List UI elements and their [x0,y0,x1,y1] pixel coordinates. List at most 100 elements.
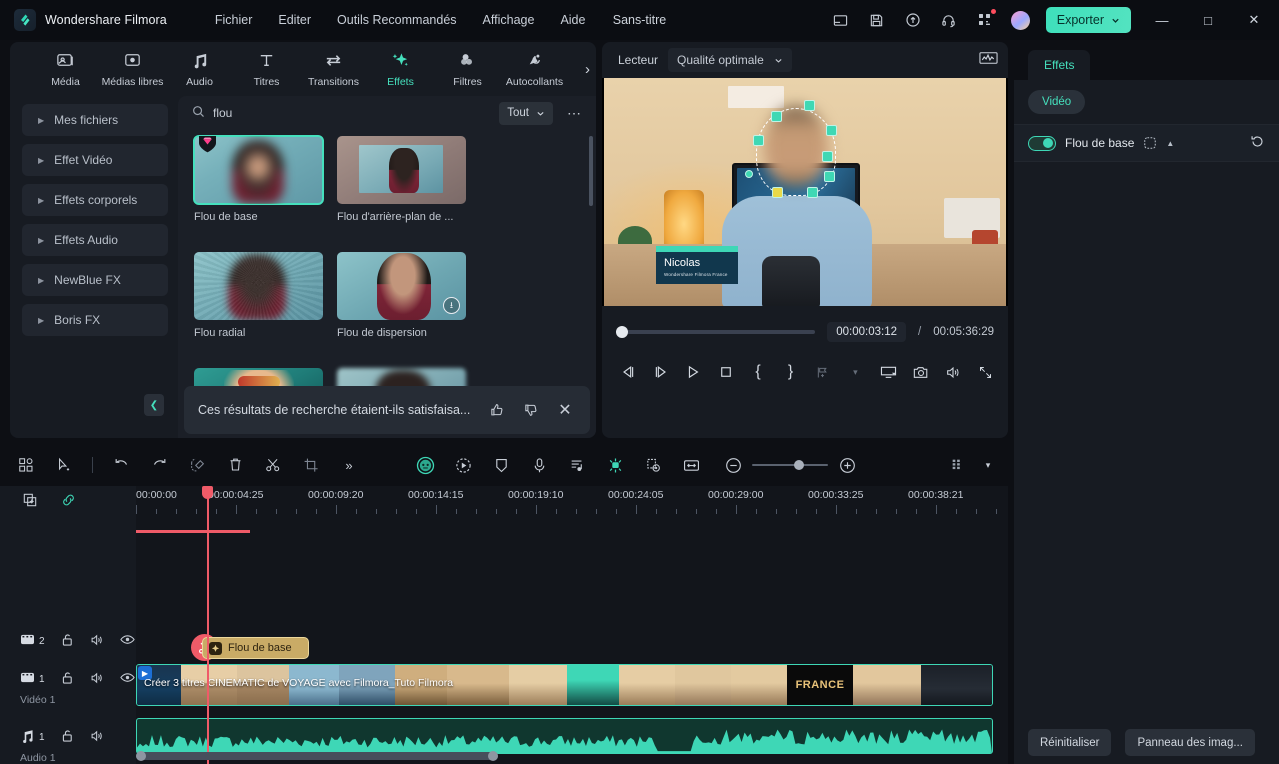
keyframe-panel-button[interactable]: Panneau des imag... [1125,729,1255,756]
add-marker-icon[interactable] [815,362,831,382]
lock-icon[interactable] [61,633,74,650]
playhead[interactable] [207,486,209,764]
mask-handle[interactable] [771,111,782,122]
mask-dotted-icon[interactable] [1143,136,1157,150]
zoom-slider-knob[interactable] [794,459,804,470]
volume-icon[interactable] [945,362,961,382]
lock-icon[interactable] [61,729,74,746]
beat-detect-icon[interactable] [567,455,587,475]
grid-view-icon[interactable] [16,455,36,475]
effect-card-flou-radial[interactable]: Flou radial [194,252,323,354]
fullscreen-icon[interactable] [978,362,994,382]
effect-card-flou-arriere-plan[interactable]: Flou d'arrière-plan de ... [337,136,466,238]
maximize-button[interactable]: □ [1193,6,1223,34]
scrollbar-left-handle[interactable] [136,751,146,761]
menu-fichier[interactable]: Fichier [215,13,253,27]
tabs-overflow-chevron-icon[interactable]: › [585,61,590,78]
chip-video[interactable]: Vidéo [1028,90,1086,114]
tab-effets[interactable]: Effets [367,50,434,88]
auto-cut-icon[interactable] [187,455,207,475]
timeline-audio-clip[interactable] [136,718,993,754]
select-tool-icon[interactable] [54,455,74,475]
category-boris-fx[interactable]: ▶ Boris FX [22,304,168,336]
stop-icon[interactable] [717,362,733,382]
cloud-upload-icon[interactable] [903,10,923,30]
apps-grid-icon[interactable] [975,9,996,30]
category-mes-fichiers[interactable]: ▶ Mes fichiers [22,104,168,136]
fit-width-icon[interactable] [681,455,701,475]
tab-effets-properties[interactable]: Effets [1028,50,1091,80]
screen-record-icon[interactable] [880,362,897,382]
minimize-button[interactable]: — [1147,6,1177,34]
reset-button[interactable]: Réinitialiser [1028,729,1112,756]
tab-transitions[interactable]: Transitions [300,50,367,88]
tab-media[interactable]: Média [32,50,99,88]
close-button[interactable]: ✕ [1239,6,1269,34]
chevron-down-icon[interactable]: ▾ [978,455,998,475]
collapse-sidebar-button[interactable]: ❮ [144,394,164,416]
mask-handle[interactable] [807,187,818,198]
layout-icon[interactable] [831,10,851,30]
save-icon[interactable] [867,10,887,30]
scrub-knob[interactable] [616,326,628,338]
download-icon[interactable]: ⭳ [443,297,460,314]
lock-icon[interactable] [61,671,74,688]
timeline-video-clip[interactable]: FRANCE [136,664,993,706]
mask-handle[interactable] [822,151,833,162]
link-icon[interactable] [58,490,78,510]
category-effets-corporels[interactable]: ▶ Effets corporels [22,184,168,216]
effect-card-flou-de-base[interactable]: Flou de base [193,135,324,238]
audio-meter-icon[interactable] [979,50,998,71]
ai-green-icon[interactable] [415,455,435,475]
mask-handle-active[interactable] [772,187,783,198]
filter-dropdown[interactable]: Tout [499,101,553,125]
current-timecode[interactable]: 00:00:03:12 [827,322,907,342]
mute-icon[interactable] [90,729,104,746]
mark-in-icon[interactable]: { [750,362,766,382]
menu-outils-recommandes[interactable]: Outils Recommandés [337,13,457,27]
reset-icon[interactable] [1250,134,1265,152]
crop-icon[interactable] [301,455,321,475]
play-icon[interactable] [685,362,701,382]
avatar[interactable] [1010,10,1030,30]
effect-enable-toggle[interactable] [1028,135,1056,151]
search-input[interactable]: flou [213,106,491,120]
menu-editer[interactable]: Editer [278,13,311,27]
export-button[interactable]: Exporter [1045,7,1131,33]
timeline-horizontal-scrollbar[interactable] [136,751,498,761]
zoom-out-icon[interactable] [723,455,743,475]
green-screen-icon[interactable] [605,455,625,475]
mask-handle[interactable] [824,171,835,182]
playhead-handle[interactable] [202,486,213,499]
mute-icon[interactable] [90,671,104,688]
more-chevrons-icon[interactable]: » [339,455,359,475]
category-effet-video[interactable]: ▶ Effet Vidéo [22,144,168,176]
undo-icon[interactable] [111,455,131,475]
chevron-up-icon[interactable]: ▲ [1166,139,1174,148]
category-newblue-fx[interactable]: ▶ NewBlue FX [22,264,168,296]
mask-handle[interactable] [826,125,837,136]
keyframe-shield-icon[interactable] [491,455,511,475]
delete-icon[interactable] [225,455,245,475]
tab-autocollants[interactable]: Autocollants [501,50,568,88]
mark-out-icon[interactable]: } [782,362,798,382]
track-height-icon[interactable] [948,455,968,475]
mask-eye-icon[interactable] [643,455,663,475]
motion-tracking-icon[interactable] [453,455,473,475]
more-options-icon[interactable]: ⋯ [561,105,588,122]
voiceover-mic-icon[interactable] [529,455,549,475]
menu-affichage[interactable]: Affichage [483,13,535,27]
effect-card-flou-dispersion[interactable]: ⭳ Flou de dispersion [337,252,466,354]
prev-frame-icon[interactable] [620,362,636,382]
next-frame-icon[interactable] [652,362,668,382]
chevron-down-icon[interactable]: ▾ [847,362,863,382]
add-track-icon[interactable] [20,490,40,510]
category-effets-audio[interactable]: ▶ Effets Audio [22,224,168,256]
eye-icon[interactable] [119,633,135,649]
tab-filtres[interactable]: Filtres [434,50,501,88]
mute-icon[interactable] [90,633,104,650]
tab-audio[interactable]: Audio [166,50,233,88]
scrollbar-right-handle[interactable] [488,751,498,761]
tab-titres[interactable]: Titres [233,50,300,88]
mask-handle[interactable] [753,135,764,146]
